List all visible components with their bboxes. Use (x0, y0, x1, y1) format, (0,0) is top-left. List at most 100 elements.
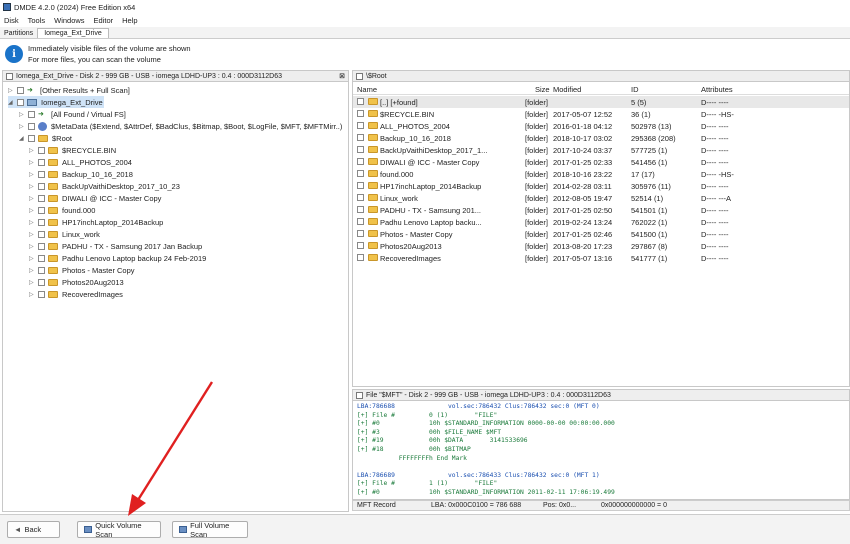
expand-icon[interactable]: ▷ (29, 147, 35, 154)
tree-checkbox[interactable] (17, 86, 24, 94)
file-checkbox[interactable] (357, 110, 364, 117)
tree-item[interactable]: ▷ Backup_10_16_2018 (29, 168, 133, 180)
file-checkbox[interactable] (357, 134, 364, 141)
tab-partitions[interactable]: Partitions (0, 30, 37, 38)
expand-icon[interactable]: ▷ (19, 111, 25, 118)
file-row[interactable]: DIWALI @ ICC - Master Copy [folder] 2017-0… (353, 156, 849, 168)
file-row[interactable]: [..] [+found] [folder] 5 (5) D---- ---- (353, 96, 849, 108)
tree-item[interactable]: ▷ found.000 (29, 204, 95, 216)
close-icon[interactable]: ⊠ (339, 72, 345, 80)
tree-item[interactable]: ◢ $Root (19, 132, 72, 144)
file-row[interactable]: Photos - Master Copy [folder] 2017-01-25 0… (353, 228, 849, 240)
expand-icon[interactable]: ▷ (29, 183, 35, 190)
tree-checkbox[interactable] (38, 158, 45, 166)
tree-checkbox[interactable] (38, 194, 45, 202)
tree-item[interactable]: ▷ $RECYCLE.BIN (29, 144, 116, 156)
file-checkbox[interactable] (357, 194, 364, 201)
file-row[interactable]: Backup_10_16_2018 [folder] 2018-10-17 03:0… (353, 132, 849, 144)
expand-icon[interactable]: ▷ (29, 159, 35, 166)
file-row[interactable]: found.000 [folder] 2018-10-16 23:22 17 (17)… (353, 168, 849, 180)
tree-item[interactable]: ▷ Photos20Aug2013 (29, 276, 124, 288)
expand-icon[interactable]: ▷ (29, 219, 35, 226)
expand-icon[interactable]: ▷ (29, 195, 35, 202)
tree-item[interactable]: ▷ HP17inchLaptop_2014Backup (29, 216, 163, 228)
back-button[interactable]: ◄ Back (7, 521, 60, 538)
expand-icon[interactable]: ▷ (29, 267, 35, 274)
panel-select-box[interactable] (356, 391, 363, 399)
file-checkbox[interactable] (357, 242, 364, 249)
menu-tools[interactable]: Tools (28, 16, 46, 25)
file-row[interactable]: RecoveredImages [folder] 2017-05-07 13:16 5… (353, 252, 849, 264)
file-row[interactable]: Photos20Aug2013 [folder] 2013-08-20 17:23 2… (353, 240, 849, 252)
file-row[interactable]: HP17inchLaptop_2014Backup [folder] 2014-02… (353, 180, 849, 192)
tree-item[interactable]: ▷ Linux_work (29, 228, 100, 240)
tree-checkbox[interactable] (38, 230, 45, 238)
file-row[interactable]: Linux_work [folder] 2012-08-05 19:47 52514 … (353, 192, 849, 204)
tree-item[interactable]: ▷ $MetaData ($Extend, $AttrDef, $BadClus,… (19, 120, 342, 132)
tree-checkbox[interactable] (38, 242, 45, 250)
tree-checkbox[interactable] (28, 110, 35, 118)
tree-checkbox[interactable] (28, 122, 35, 130)
file-checkbox[interactable] (357, 158, 364, 165)
col-attributes[interactable]: Attributes (701, 85, 733, 94)
tree-checkbox[interactable] (38, 254, 45, 262)
tree-checkbox[interactable] (38, 290, 45, 298)
file-checkbox[interactable] (357, 230, 364, 237)
tree-checkbox[interactable] (28, 134, 35, 142)
file-checkbox[interactable] (357, 170, 364, 177)
tree-item[interactable]: ▷ ➜ [All Found / Virtual FS] (19, 108, 126, 120)
expand-icon[interactable]: ▷ (8, 87, 14, 94)
expand-icon[interactable]: ▷ (29, 243, 35, 250)
tree-checkbox[interactable] (38, 218, 45, 226)
expand-icon[interactable]: ▷ (29, 207, 35, 214)
file-checkbox[interactable] (357, 254, 364, 261)
file-checkbox[interactable] (357, 122, 364, 129)
expand-icon[interactable]: ▷ (19, 123, 25, 130)
expand-icon[interactable]: ▷ (29, 171, 35, 178)
mft-record-view[interactable]: LBA:786688 vol.sec:786432 Clus:786432 se… (352, 401, 850, 500)
col-size[interactable]: Size (535, 85, 550, 94)
tree-checkbox[interactable] (38, 170, 45, 178)
col-id[interactable]: ID (631, 85, 639, 94)
tree-checkbox[interactable] (38, 206, 45, 214)
file-row[interactable]: ALL_PHOTOS_2004 [folder] 2016-01-18 04:12 5… (353, 120, 849, 132)
menu-editor[interactable]: Editor (94, 16, 114, 25)
tab-volume[interactable]: Iomega_Ext_Drive (37, 28, 109, 38)
expand-icon[interactable]: ▷ (29, 291, 35, 298)
file-checkbox[interactable] (357, 98, 364, 105)
full-volume-scan-button[interactable]: Full Volume Scan (172, 521, 248, 539)
tree-item[interactable]: ▷ BackUpVaithiDesktop_2017_10_23 (29, 180, 180, 192)
quick-volume-scan-button[interactable]: Quick Volume Scan (77, 521, 161, 539)
tree-item[interactable]: ▷ RecoveredImages (29, 288, 123, 300)
collapse-icon[interactable]: ◢ (19, 135, 25, 142)
menu-help[interactable]: Help (122, 16, 137, 25)
menu-windows[interactable]: Windows (54, 16, 84, 25)
col-modified[interactable]: Modified (553, 85, 581, 94)
file-checkbox[interactable] (357, 206, 364, 213)
file-checkbox[interactable] (357, 218, 364, 225)
expand-icon[interactable]: ▷ (29, 255, 35, 262)
tree-checkbox[interactable] (17, 98, 24, 106)
tree-item[interactable]: ▷ ALL_PHOTOS_2004 (29, 156, 132, 168)
expand-icon[interactable]: ▷ (29, 231, 35, 238)
file-checkbox[interactable] (357, 146, 364, 153)
file-row[interactable]: BackUpVaithiDesktop_2017_1... [folder] 201… (353, 144, 849, 156)
tree-checkbox[interactable] (38, 146, 45, 154)
file-row[interactable]: PADHU - TX - Samsung 201... [folder] 2017-… (353, 204, 849, 216)
tree-checkbox[interactable] (38, 266, 45, 274)
tree-checkbox[interactable] (38, 182, 45, 190)
collapse-icon[interactable]: ◢ (8, 99, 14, 106)
file-checkbox[interactable] (357, 182, 364, 189)
panel-select-box[interactable] (356, 72, 363, 80)
tree-item[interactable]: ▷ DIWALI @ ICC - Master Copy (29, 192, 161, 204)
menu-disk[interactable]: Disk (4, 16, 19, 25)
file-row[interactable]: $RECYCLE.BIN [folder] 2017-05-07 12:52 36 (… (353, 108, 849, 120)
col-name[interactable]: Name (357, 85, 377, 94)
panel-select-box[interactable] (6, 72, 13, 80)
expand-icon[interactable]: ▷ (29, 279, 35, 286)
tree-item[interactable]: ▷ PADHU - TX - Samsung 2017 Jan Backup (29, 240, 202, 252)
tree-item[interactable]: ▷ Photos - Master Copy (29, 264, 135, 276)
tree-item[interactable]: ▷ ➜ [Other Results + Full Scan] (8, 84, 130, 96)
tree-item[interactable]: ◢ Iomega_Ext_Drive (8, 96, 104, 108)
tree-checkbox[interactable] (38, 278, 45, 286)
